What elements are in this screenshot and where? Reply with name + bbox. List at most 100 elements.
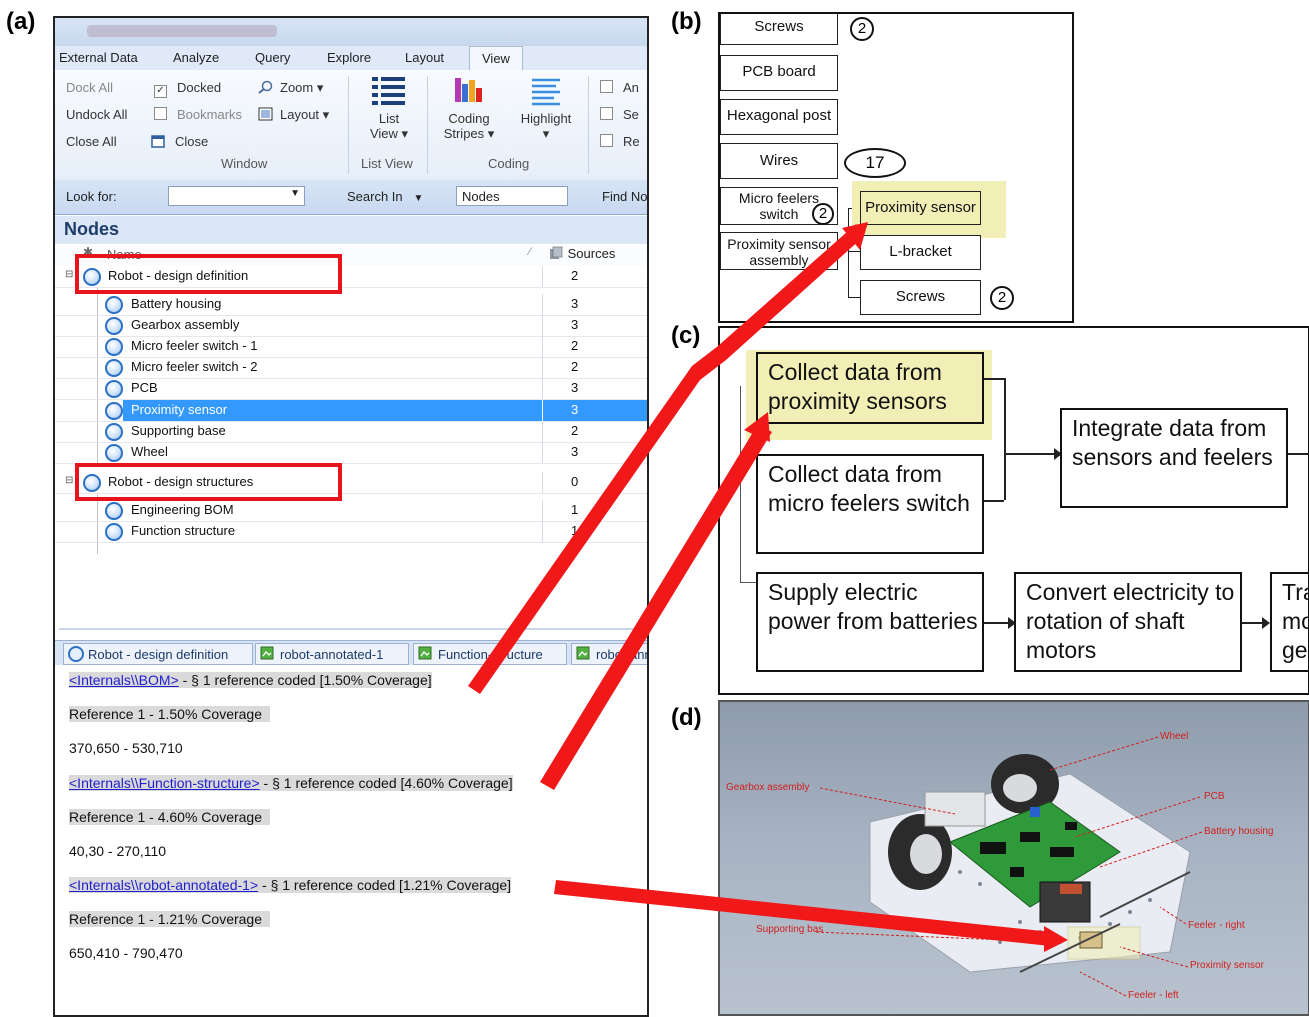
image-source-icon bbox=[260, 646, 274, 660]
collapse-toggle-icon[interactable]: ⊟ bbox=[65, 269, 73, 280]
node-sources-count: 3 bbox=[571, 317, 579, 332]
collapse-toggle-icon[interactable]: ⊟ bbox=[65, 475, 73, 486]
pane-splitter[interactable] bbox=[59, 628, 647, 630]
node-name: Supporting base bbox=[131, 423, 226, 438]
reference-link[interactable]: <Internals\\Function-structure> bbox=[69, 775, 260, 791]
docked-checkbox[interactable]: ✓ Docked bbox=[154, 80, 221, 98]
ribbon-checkbox-an[interactable]: An bbox=[600, 80, 639, 95]
node-name: Micro feeler switch - 1 bbox=[131, 338, 258, 353]
look-for-input[interactable]: ▼ bbox=[168, 186, 305, 206]
node-icon bbox=[105, 423, 123, 441]
zoom-button[interactable]: Zoom ▾ bbox=[258, 80, 323, 96]
image-source-icon bbox=[418, 646, 432, 660]
node-row-selected[interactable]: Proximity sensor 3 bbox=[55, 400, 647, 422]
node-row[interactable]: Micro feeler switch - 2 2 bbox=[55, 357, 647, 379]
list-view-icon bbox=[372, 77, 405, 105]
node-sources-count: 3 bbox=[571, 296, 579, 311]
sources-column-header[interactable]: Sources bbox=[548, 246, 615, 261]
dock-all-button[interactable]: Dock All bbox=[66, 80, 113, 95]
tab-external-data[interactable]: External Data bbox=[59, 50, 138, 65]
quantity-badge: 2 bbox=[850, 17, 874, 41]
highlight-icon bbox=[532, 78, 560, 106]
ribbon-checkbox-se-label: Se bbox=[623, 107, 639, 122]
ribbon-checkbox-an-label: An bbox=[623, 80, 639, 95]
look-for-dropdown-arrow: ▼ bbox=[290, 188, 300, 199]
bom-item: Wires bbox=[720, 143, 838, 179]
panel-label-c: (c) bbox=[671, 322, 701, 349]
highlight-label: Highlight bbox=[520, 111, 572, 126]
search-in-dropdown[interactable]: Search In ▼ bbox=[347, 189, 423, 204]
node-row[interactable]: Micro feeler switch - 1 2 bbox=[55, 336, 647, 358]
node-row[interactable]: PCB 3 bbox=[55, 378, 647, 400]
flow-arrow bbox=[984, 622, 1010, 624]
bom-sub-item: Proximity sensor bbox=[860, 191, 981, 225]
column-divider bbox=[542, 315, 543, 336]
function-box-cut: Tra mo ge bbox=[1270, 572, 1308, 672]
column-divider bbox=[542, 400, 543, 421]
tab-query[interactable]: Query bbox=[255, 50, 290, 65]
annotation-highlight-box bbox=[75, 254, 342, 294]
node-row[interactable]: Function structure 1 bbox=[55, 521, 647, 543]
function-box: Collect data from micro feelers switch bbox=[756, 454, 984, 554]
ribbon-checkbox-re-label: Re bbox=[623, 134, 640, 149]
node-row[interactable]: Wheel 3 bbox=[55, 442, 647, 464]
list-view-button[interactable]: List View ▾ bbox=[355, 74, 423, 142]
reference-label: Reference 1 - 1.50% Coverage bbox=[69, 706, 270, 722]
node-icon bbox=[105, 444, 123, 462]
bom-item: PCB board bbox=[720, 55, 838, 91]
coding-stripes-line2: Stripes ▾ bbox=[443, 126, 495, 141]
tab-robot-annotated[interactable]: robot-annotated bbox=[571, 643, 647, 665]
ribbon-checkbox-se[interactable]: Se bbox=[600, 107, 639, 122]
image-source-icon bbox=[576, 646, 590, 660]
node-name: Wheel bbox=[131, 444, 168, 459]
node-sources-count: 3 bbox=[571, 380, 579, 395]
coding-stripes-button[interactable]: Coding Stripes ▾ bbox=[435, 74, 503, 142]
node-sources-count: 1 bbox=[571, 523, 579, 538]
undock-all-button[interactable]: Undock All bbox=[66, 107, 127, 122]
node-sources-count: 2 bbox=[571, 338, 579, 353]
reference-summary: - § 1 reference coded [1.21% Coverage] bbox=[258, 877, 512, 893]
node-row[interactable]: Engineering BOM 1 bbox=[55, 500, 647, 522]
list-view-line1: List bbox=[378, 111, 400, 126]
nvivo-window: External Data Analyze Query Explore Layo… bbox=[53, 16, 649, 1017]
node-sources-count: 1 bbox=[571, 502, 579, 517]
reference-link[interactable]: <Internals\\robot-annotated-1> bbox=[69, 877, 259, 893]
coding-stripes-icon bbox=[455, 78, 482, 102]
panel-label-d: (d) bbox=[671, 704, 702, 731]
ribbon: Dock All Undock All Close All ✓ Docked Bo… bbox=[55, 70, 647, 181]
zoom-icon bbox=[258, 80, 273, 94]
tab-robot-annotated-1[interactable]: robot-annotated-1 bbox=[255, 643, 409, 665]
ribbon-checkbox-re[interactable]: Re bbox=[600, 134, 640, 149]
reference-link[interactable]: <Internals\\BOM> bbox=[69, 672, 179, 688]
layout-dropdown[interactable]: Layout ▾ bbox=[258, 107, 329, 123]
highlight-button[interactable]: Highlight ▾ bbox=[510, 74, 582, 142]
search-in-scope-field[interactable]: Nodes bbox=[456, 186, 568, 206]
list-view-line2: View ▾ bbox=[369, 126, 409, 141]
bookmarks-checkbox[interactable]: Bookmarks bbox=[154, 107, 242, 122]
node-name: Proximity sensor bbox=[131, 402, 228, 417]
column-divider bbox=[542, 421, 543, 442]
close-all-button[interactable]: Close All bbox=[66, 134, 117, 149]
column-divider bbox=[542, 336, 543, 357]
panel-label-a: (a) bbox=[6, 8, 36, 35]
robot-label-feeler-left: Feeler - left bbox=[1128, 990, 1179, 1001]
robot-label-proximity-sensor: Proximity sensor bbox=[1190, 960, 1264, 971]
tab-robot-design-definition[interactable]: Robot - design definition bbox=[63, 643, 253, 665]
ribbon-separator bbox=[427, 76, 428, 174]
bom-connector bbox=[848, 297, 860, 298]
tab-view[interactable]: View bbox=[469, 46, 523, 70]
node-row[interactable]: Battery housing 3 bbox=[55, 294, 647, 316]
node-icon bbox=[105, 402, 123, 420]
find-now-button[interactable]: Find No bbox=[602, 189, 647, 204]
tab-explore[interactable]: Explore bbox=[327, 50, 371, 65]
tab-layout[interactable]: Layout bbox=[405, 50, 444, 65]
tab-function-structure[interactable]: Function-structure bbox=[413, 643, 567, 665]
tab-analyze[interactable]: Analyze bbox=[173, 50, 219, 65]
close-button[interactable]: Close bbox=[151, 134, 208, 149]
robot-render-panel: Wheel Gearbox assembly PCB Battery housi… bbox=[718, 700, 1309, 1016]
node-row[interactable]: Gearbox assembly 3 bbox=[55, 315, 647, 337]
node-row[interactable]: Supporting base 2 bbox=[55, 421, 647, 443]
flow-connector bbox=[984, 378, 1004, 380]
flow-arrow bbox=[1004, 453, 1056, 455]
reference-header: <Internals\\Function-structure> - § 1 re… bbox=[69, 775, 513, 791]
